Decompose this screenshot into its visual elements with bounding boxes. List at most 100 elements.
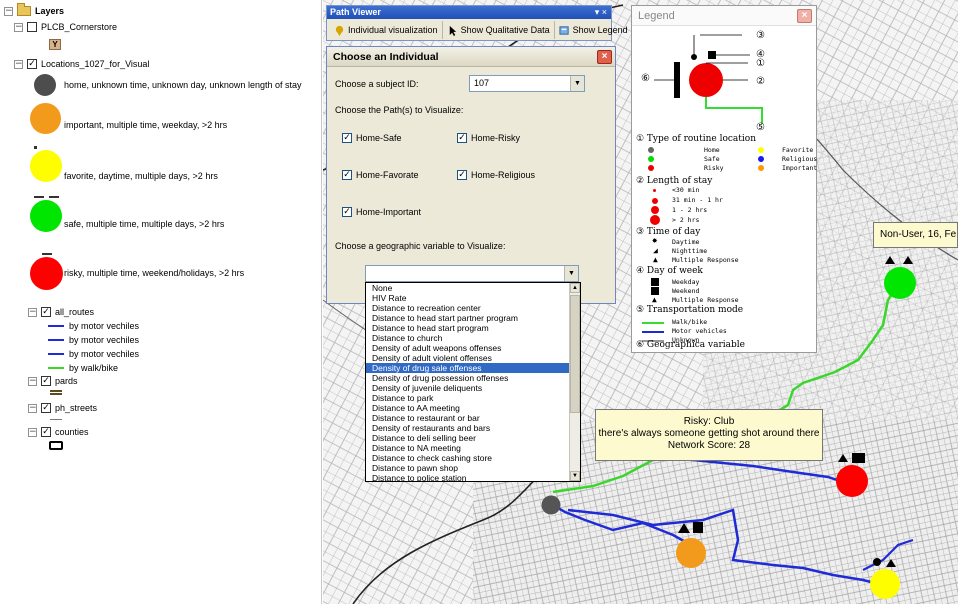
layers-folder-icon bbox=[17, 3, 31, 16]
location-type-circle-icon bbox=[689, 63, 723, 97]
layer-row-pards[interactable]: − ✓ pards bbox=[28, 376, 78, 386]
layer-visibility-checkbox[interactable]: ✓ bbox=[41, 307, 51, 317]
layer-row-locations[interactable]: − ✓ Locations_1027_for_Visual bbox=[14, 59, 149, 69]
subject-id-select[interactable]: 107 ▼ bbox=[469, 75, 585, 92]
dropdown-option[interactable]: Distance to AA meeting bbox=[366, 403, 580, 413]
legend-title-bar[interactable]: Legend × bbox=[632, 6, 816, 26]
toolbar-title-bar[interactable]: Path Viewer ▾ × bbox=[327, 6, 611, 19]
scroll-up-icon[interactable]: ▲ bbox=[570, 283, 580, 293]
layer-row-streets[interactable]: − ✓ ph_streets bbox=[28, 403, 97, 413]
checkbox-box[interactable]: ✓ bbox=[342, 170, 352, 180]
layer-label: all_routes bbox=[55, 307, 95, 317]
route-line-swatch bbox=[48, 325, 64, 327]
dropdown-option[interactable]: Distance to recreation center bbox=[366, 303, 580, 313]
home-important-checkbox[interactable]: ✓ Home-Important bbox=[342, 207, 421, 217]
home-risky-checkbox[interactable]: ✓ Home-Risky bbox=[457, 133, 520, 143]
checkbox-box[interactable]: ✓ bbox=[342, 207, 352, 217]
close-icon[interactable]: × bbox=[797, 9, 812, 23]
legend-label-favorite: favorite, daytime, multiple days, >2 hrs bbox=[64, 171, 218, 181]
dropdown-option[interactable]: Density of adult weapons offenses bbox=[366, 343, 580, 353]
collapse-icon[interactable]: − bbox=[14, 22, 23, 32]
dialog-title-bar[interactable]: Choose an Individual × bbox=[327, 47, 615, 67]
tooltip-line: Network Score: 28 bbox=[667, 440, 751, 451]
daytime-marker-icon bbox=[34, 146, 37, 149]
layer-row-counties[interactable]: − ✓ counties bbox=[28, 427, 89, 437]
scrollbar-thumb[interactable] bbox=[570, 295, 580, 413]
layers-root-row[interactable]: − Layers bbox=[4, 3, 64, 16]
checkbox-box[interactable]: ✓ bbox=[457, 170, 467, 180]
home-favorate-checkbox[interactable]: ✓ Home-Favorate bbox=[342, 170, 419, 180]
layer-label: Locations_1027_for_Visual bbox=[41, 59, 150, 69]
layer-row-routes[interactable]: − ✓ all_routes bbox=[28, 307, 94, 317]
dropdown-option[interactable]: Distance to pawn shop bbox=[366, 463, 580, 473]
toolbar-window-controls[interactable]: ▾ × bbox=[595, 6, 607, 19]
legend-icon bbox=[559, 25, 569, 35]
dropdown-option[interactable]: Density of restaurants and bars bbox=[366, 423, 580, 433]
checkbox-box[interactable]: ✓ bbox=[342, 133, 352, 143]
home-religious-checkbox[interactable]: ✓ Home-Religious bbox=[457, 170, 535, 180]
geo-variable-select[interactable]: ▼ bbox=[365, 265, 579, 282]
important-marker[interactable] bbox=[676, 538, 706, 568]
route-legend-item: by motor vechiles bbox=[48, 335, 139, 345]
dropdown-option[interactable]: None bbox=[366, 283, 580, 293]
geo-variable-dropdown-list[interactable]: None HIV Rate Distance to recreation cente… bbox=[365, 282, 581, 482]
collapse-icon[interactable]: − bbox=[4, 6, 13, 16]
layer-label: pards bbox=[55, 376, 78, 386]
dropdown-option[interactable]: Distance to church bbox=[366, 333, 580, 343]
dropdown-option[interactable]: Density of drug sale offenses bbox=[366, 363, 580, 373]
layer-visibility-checkbox[interactable] bbox=[27, 22, 37, 32]
layer-visibility-checkbox[interactable]: ✓ bbox=[41, 403, 51, 413]
geographic-variable-bar-icon bbox=[674, 62, 680, 98]
route-label: by motor vechiles bbox=[69, 335, 140, 345]
individual-visualization-button[interactable]: Individual visualization bbox=[330, 21, 443, 39]
risky-marker[interactable] bbox=[836, 465, 868, 497]
legend-section-geo: ⑥ Geographica variable bbox=[636, 340, 745, 350]
layer-visibility-checkbox[interactable]: ✓ bbox=[41, 376, 51, 386]
dropdown-option[interactable]: Distance to head start program bbox=[366, 323, 580, 333]
diagram-number-5: ⑤ bbox=[756, 122, 765, 133]
chevron-down-icon[interactable]: ▼ bbox=[570, 76, 584, 91]
cornerstore-symbol-icon: Y bbox=[49, 39, 61, 50]
safe-marker[interactable] bbox=[884, 267, 916, 299]
layer-row-cornerstore[interactable]: − PLCB_Cornerstore bbox=[14, 22, 117, 32]
chevron-down-icon[interactable]: ▼ bbox=[564, 266, 578, 281]
type-label-risky: Risky bbox=[704, 164, 724, 172]
dropdown-option[interactable]: Distance to park bbox=[366, 393, 580, 403]
weekday-icon bbox=[693, 522, 703, 533]
dropdown-option[interactable]: Distance to NA meeting bbox=[366, 443, 580, 453]
layers-panel: − Layers − PLCB_Cornerstore Y − ✓ Locati… bbox=[0, 0, 322, 604]
nighttime-icon: ◢ bbox=[653, 246, 658, 255]
streets-symbol-icon bbox=[50, 419, 62, 420]
dropdown-option[interactable]: Density of juvenile deliquents bbox=[366, 383, 580, 393]
close-icon[interactable]: × bbox=[597, 50, 612, 64]
dropdown-option[interactable]: Density of adult violent offenses bbox=[366, 353, 580, 363]
home-marker[interactable] bbox=[541, 495, 561, 515]
dropdown-option[interactable]: Distance to check cashing store bbox=[366, 453, 580, 463]
scroll-down-icon[interactable]: ▼ bbox=[570, 471, 580, 481]
home-safe-checkbox[interactable]: ✓ Home-Safe bbox=[342, 133, 402, 143]
collapse-icon[interactable]: − bbox=[28, 376, 37, 386]
diagram-number-3: ③ bbox=[756, 30, 765, 41]
dropdown-option[interactable]: HIV Rate bbox=[366, 293, 580, 303]
dropdown-option[interactable]: Distance to deli selling beer bbox=[366, 433, 580, 443]
checkbox-box[interactable]: ✓ bbox=[457, 133, 467, 143]
collapse-icon[interactable]: − bbox=[28, 307, 37, 317]
favorite-marker[interactable] bbox=[870, 569, 900, 599]
dropdown-scrollbar[interactable]: ▲ ▼ bbox=[569, 283, 580, 481]
home-dot-icon bbox=[648, 147, 654, 153]
layer-visibility-checkbox[interactable]: ✓ bbox=[27, 59, 37, 69]
dropdown-option[interactable]: Distance to police station bbox=[366, 473, 580, 481]
risky-dot-icon bbox=[648, 165, 654, 171]
dropdown-option[interactable]: Distance to head start partner program bbox=[366, 313, 580, 323]
collapse-icon[interactable]: − bbox=[28, 427, 37, 437]
collapse-icon[interactable]: − bbox=[28, 403, 37, 413]
dropdown-option[interactable]: Density of drug possession offenses bbox=[366, 373, 580, 383]
diagram-number-1: ① bbox=[756, 58, 765, 69]
show-legend-button[interactable]: Show Legend bbox=[555, 21, 632, 39]
nonuser-tooltip: Non-User, 16, Fe bbox=[873, 222, 958, 248]
transport-label: Motor vehicles bbox=[672, 327, 727, 335]
show-qualitative-data-button[interactable]: Show Qualitative Data bbox=[443, 21, 555, 39]
collapse-icon[interactable]: − bbox=[14, 59, 23, 69]
dropdown-option[interactable]: Distance to restaurant or bar bbox=[366, 413, 580, 423]
layer-visibility-checkbox[interactable]: ✓ bbox=[41, 427, 51, 437]
